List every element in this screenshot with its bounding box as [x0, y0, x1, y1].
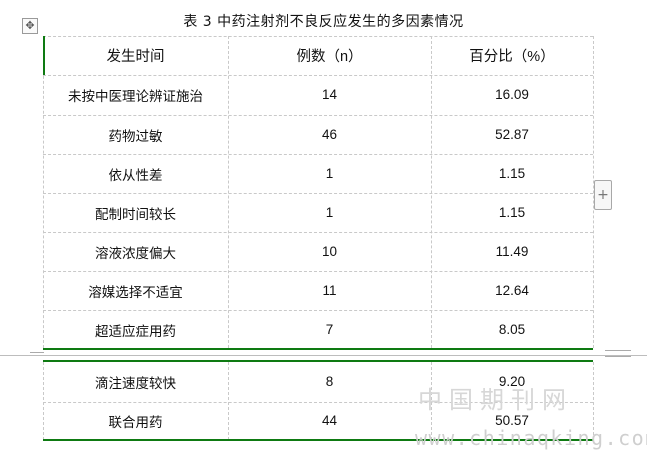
factor-cell: 滴注速度较快 — [95, 375, 176, 392]
percent-cell: 12.64 — [495, 283, 529, 298]
factor-cell: 超适应症用药 — [95, 323, 176, 340]
count-cell: 14 — [321, 87, 338, 102]
table-row: 配制时间较长 1 1.15 — [43, 193, 593, 232]
factor-cell: 溶媒选择不适宜 — [88, 284, 183, 301]
count-cell: 8 — [325, 374, 334, 389]
add-row-button[interactable]: + — [594, 180, 612, 210]
count-cell: 1 — [325, 166, 334, 181]
header-percent: 百分比（%） — [469, 49, 555, 65]
percent-cell: 16.09 — [495, 87, 529, 102]
count-cell: 11 — [322, 283, 337, 298]
table-caption: 表 3 中药注射剂不良反应发生的多因素情况 — [183, 14, 464, 30]
page-break-line — [0, 355, 647, 356]
count-cell: 10 — [321, 244, 338, 259]
header-factor: 发生时间 — [106, 49, 165, 65]
factor-cell: 联合用药 — [108, 414, 163, 431]
table-move-handle-icon[interactable]: ✥ — [22, 18, 38, 34]
count-cell: 1 — [325, 205, 334, 220]
header-count: 例数（n） — [296, 49, 363, 65]
percent-cell: 8.05 — [498, 322, 526, 337]
page-break-marker-left — [30, 352, 44, 353]
table-row: 溶媒选择不适宜 11 12.64 — [43, 271, 593, 310]
percent-cell: 52.87 — [495, 127, 529, 142]
table-row: 药物过敏 46 52.87 — [43, 115, 593, 154]
table-header-row: 发生时间 例数（n） 百分比（%） — [43, 36, 593, 75]
watermark-text: 中国期刊网 — [418, 386, 573, 414]
factor-cell: 未按中医理论辨证施治 — [68, 88, 203, 105]
percent-cell: 11.49 — [495, 244, 529, 259]
table-row: 超适应症用药 7 8.05 — [43, 310, 593, 349]
page-break-marker-right — [605, 350, 631, 357]
factor-cell: 药物过敏 — [108, 128, 163, 145]
table-row: 溶液浓度偏大 10 11.49 — [43, 232, 593, 271]
count-cell: 7 — [325, 322, 334, 337]
count-cell: 46 — [321, 127, 338, 142]
factor-cell: 依从性差 — [108, 167, 163, 184]
factor-cell: 溶液浓度偏大 — [95, 245, 176, 262]
watermark-url: www.chinaqking.com — [415, 426, 647, 450]
percent-cell: 1.15 — [498, 205, 526, 220]
count-cell: 44 — [321, 413, 338, 428]
table-row: 未按中医理论辨证施治 14 16.09 — [43, 75, 593, 114]
percent-cell: 1.15 — [498, 166, 526, 181]
table-row: 依从性差 1 1.15 — [43, 154, 593, 193]
factor-cell: 配制时间较长 — [95, 206, 176, 223]
